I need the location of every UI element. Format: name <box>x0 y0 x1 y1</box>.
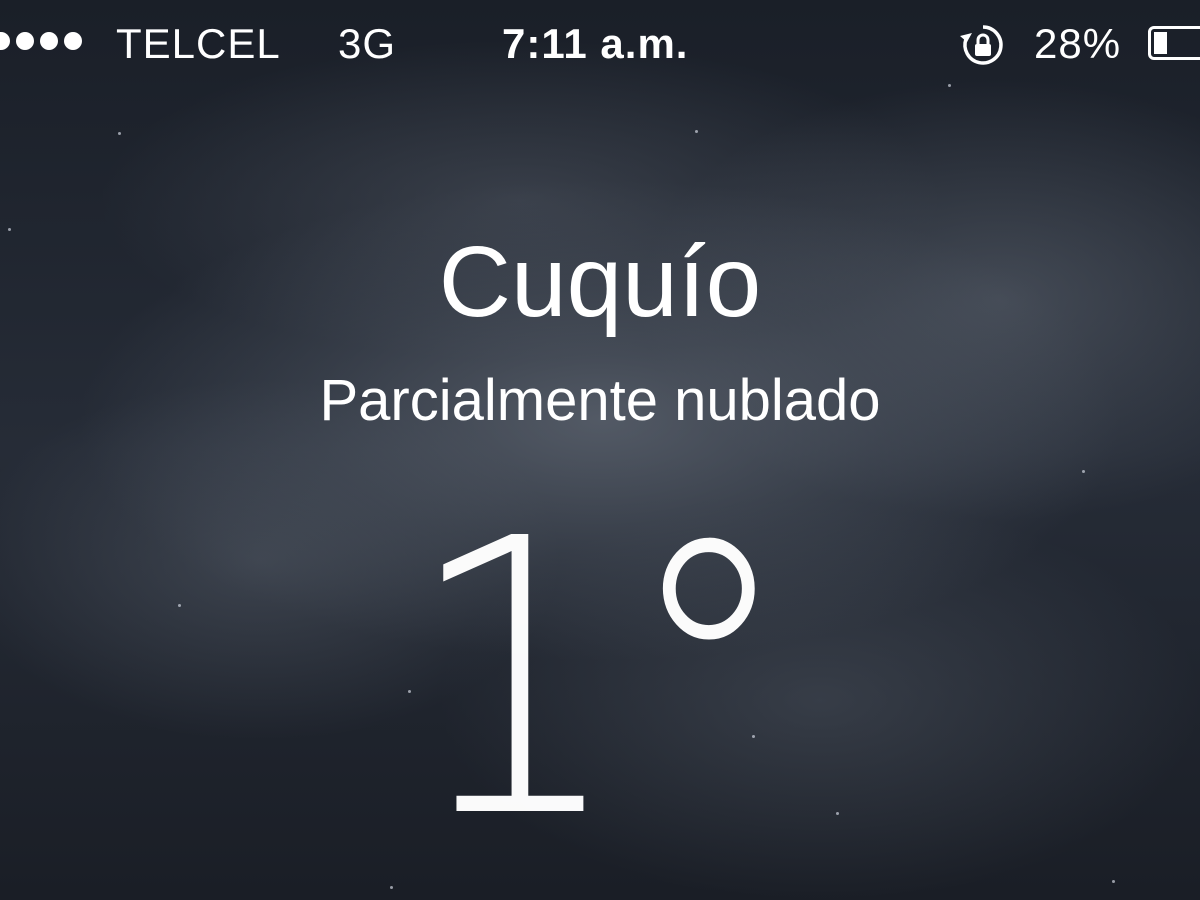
current-temperature: 1° <box>405 458 795 900</box>
signal-dots-icon <box>0 32 82 50</box>
weather-condition: Parcialmente nublado <box>319 368 881 433</box>
status-time: 7:11 a.m. <box>502 20 689 67</box>
battery-icon <box>1148 26 1200 60</box>
weather-screen: TELCEL 3G 7:11 a.m. 28% Cuquío Parcialme… <box>0 0 1200 900</box>
status-bar: TELCEL 3G 7:11 a.m. 28% <box>0 0 1200 92</box>
battery-fill <box>1154 32 1167 54</box>
carrier-name: TELCEL <box>116 20 281 67</box>
rotation-lock-icon <box>960 25 1003 65</box>
network-type: 3G <box>338 20 397 67</box>
battery-percent: 28% <box>1034 20 1122 67</box>
city-name: Cuquío <box>438 226 762 338</box>
